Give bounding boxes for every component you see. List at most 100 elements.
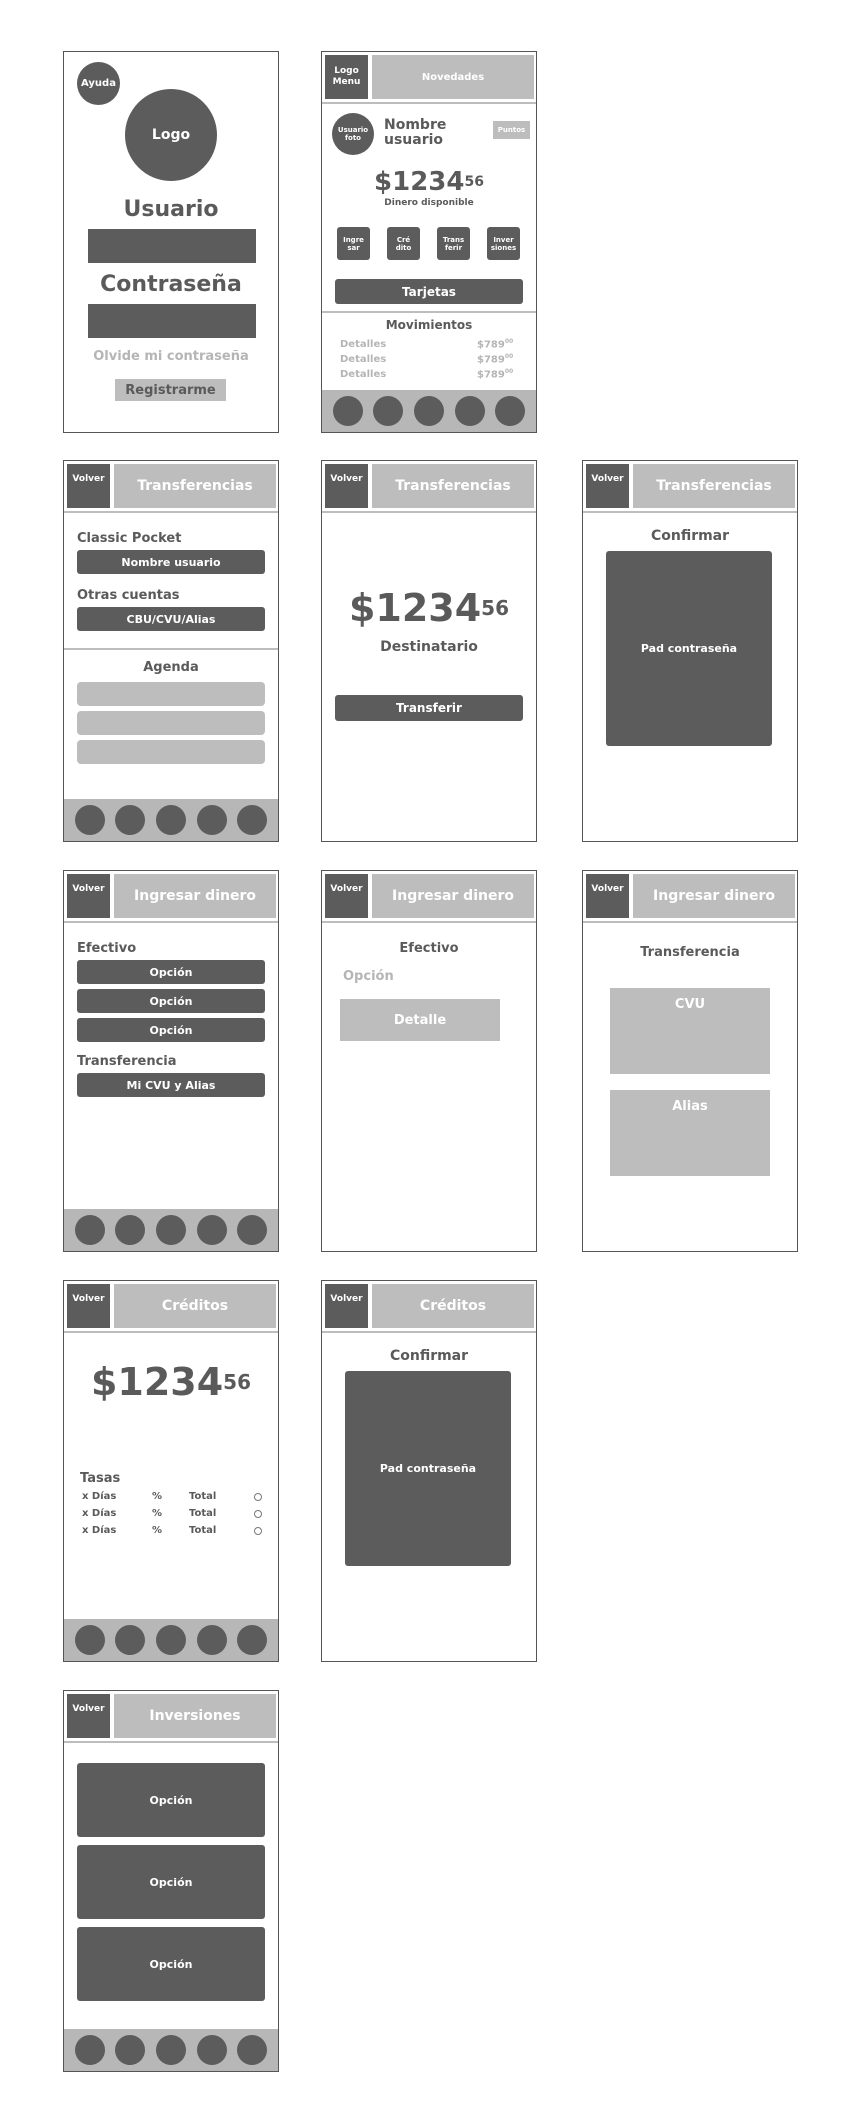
nav-icon[interactable]	[454, 396, 485, 426]
page-title: Ingresar dinero	[372, 874, 534, 918]
agenda-title: Agenda	[143, 660, 199, 675]
investments-button[interactable]: Inver siones	[487, 227, 520, 260]
movement-label[interactable]: Detalles	[340, 339, 386, 350]
my-cvu-button[interactable]: Mi CVU y Alias	[77, 1073, 265, 1097]
nav-icon[interactable]	[115, 2035, 146, 2065]
cards-button[interactable]: Tarjetas	[335, 279, 523, 304]
user-input[interactable]	[88, 229, 256, 263]
movement-label[interactable]: Detalles	[340, 369, 386, 380]
transfer-confirm-screen: Volver Transferencias Confirmar Pad cont…	[582, 460, 798, 842]
nav-icon[interactable]	[115, 805, 146, 835]
nav-icon[interactable]	[196, 805, 227, 835]
nav-icon[interactable]	[155, 1625, 186, 1655]
back-button[interactable]: Volver	[67, 874, 110, 918]
points-badge[interactable]: Puntos	[493, 121, 530, 139]
transfer-submit-button[interactable]: Transferir	[335, 695, 523, 721]
cvu-box[interactable]: CVU	[610, 988, 770, 1074]
nav-icon[interactable]	[155, 805, 186, 835]
rate-days: x Días	[82, 1491, 117, 1502]
option-label: Opción	[343, 969, 394, 984]
rate-radio[interactable]	[254, 1493, 262, 1501]
contact-item[interactable]	[77, 740, 265, 764]
credit-button[interactable]: Cré dito	[387, 227, 420, 260]
divider	[64, 1741, 278, 1743]
news-banner[interactable]: Novedades	[372, 55, 534, 99]
contact-item[interactable]	[77, 711, 265, 735]
password-pad[interactable]: Pad contraseña	[345, 1371, 511, 1566]
nav-icon[interactable]	[115, 1625, 146, 1655]
password-input[interactable]	[88, 304, 256, 338]
option-button[interactable]: Opción	[77, 1018, 265, 1042]
investment-option[interactable]: Opción	[77, 1763, 265, 1837]
nav-icon[interactable]	[237, 2035, 268, 2065]
nav-icon[interactable]	[237, 1625, 268, 1655]
help-button[interactable]: Ayuda	[77, 62, 120, 105]
cbu-button[interactable]: CBU/CVU/Alias	[77, 607, 265, 631]
nav-icon[interactable]	[74, 1215, 105, 1245]
nav-icon[interactable]	[495, 396, 526, 426]
option-button[interactable]: Opción	[77, 960, 265, 984]
menu-button[interactable]: Logo Menu	[325, 55, 368, 99]
back-button[interactable]: Volver	[586, 874, 629, 918]
back-button[interactable]: Volver	[325, 874, 368, 918]
deposit-transfer-screen: Volver Ingresar dinero Transferencia CVU…	[582, 870, 798, 1252]
login-screen: Ayuda Logo Usuario Contraseña Olvide mi …	[63, 51, 279, 433]
username-button[interactable]: Nombre usuario	[77, 550, 265, 574]
nav-icon[interactable]	[196, 1215, 227, 1245]
page-title: Créditos	[114, 1284, 276, 1328]
investment-option[interactable]: Opción	[77, 1927, 265, 2001]
nav-icon[interactable]	[196, 1625, 227, 1655]
nav-icon[interactable]	[373, 396, 404, 426]
nav-icon[interactable]	[413, 396, 444, 426]
credits-confirm-screen: Volver Créditos Confirmar Pad contraseña	[321, 1280, 537, 1662]
transfer-button[interactable]: Trans ferir	[437, 227, 470, 260]
movement-label[interactable]: Detalles	[340, 354, 386, 365]
balance-amount: $1234 56	[374, 167, 484, 197]
divider	[64, 648, 278, 650]
classic-pocket-label: Classic Pocket	[77, 531, 182, 546]
investment-option[interactable]: Opción	[77, 1845, 265, 1919]
contact-item[interactable]	[77, 682, 265, 706]
alias-box[interactable]: Alias	[610, 1090, 770, 1176]
nav-icon[interactable]	[155, 1215, 186, 1245]
back-button[interactable]: Volver	[325, 1284, 368, 1328]
back-button[interactable]: Volver	[325, 464, 368, 508]
password-pad[interactable]: Pad contraseña	[606, 551, 772, 746]
back-button[interactable]: Volver	[67, 1284, 110, 1328]
nav-icon[interactable]	[74, 1625, 105, 1655]
nav-icon[interactable]	[237, 1215, 268, 1245]
bottom-nav	[322, 390, 536, 432]
option-button[interactable]: Opción	[77, 989, 265, 1013]
back-button[interactable]: Volver	[586, 464, 629, 508]
bottom-nav	[64, 2029, 278, 2071]
detail-box[interactable]: Detalle	[340, 999, 500, 1041]
divider	[322, 311, 536, 313]
register-button[interactable]: Registrarme	[115, 379, 226, 401]
nav-icon[interactable]	[74, 805, 105, 835]
back-button[interactable]: Volver	[67, 464, 110, 508]
cash-title: Efectivo	[399, 941, 459, 956]
back-button[interactable]: Volver	[67, 1694, 110, 1738]
nav-icon[interactable]	[332, 396, 363, 426]
nav-icon[interactable]	[74, 2035, 105, 2065]
movements-title: Movimientos	[385, 318, 473, 332]
nav-icon[interactable]	[155, 2035, 186, 2065]
nav-icon[interactable]	[115, 1215, 146, 1245]
page-title: Transferencias	[633, 464, 795, 508]
divider	[322, 511, 536, 513]
rate-radio[interactable]	[254, 1527, 262, 1535]
balance-caption: Dinero disponible	[384, 198, 474, 208]
divider	[322, 1331, 536, 1333]
avatar: Usuario foto	[332, 113, 374, 155]
divider	[583, 511, 797, 513]
movement-amount: $78900	[477, 338, 514, 351]
cash-label: Efectivo	[77, 941, 137, 956]
rate-radio[interactable]	[254, 1510, 262, 1518]
deposit-button[interactable]: Ingre sar	[337, 227, 370, 260]
deposit-screen: Volver Ingresar dinero Efectivo Opción O…	[63, 870, 279, 1252]
transfer-title: Transferencia	[640, 945, 740, 960]
nav-icon[interactable]	[196, 2035, 227, 2065]
page-title: Ingresar dinero	[633, 874, 795, 918]
nav-icon[interactable]	[237, 805, 268, 835]
forgot-password-link[interactable]: Olvide mi contraseña	[64, 349, 278, 364]
